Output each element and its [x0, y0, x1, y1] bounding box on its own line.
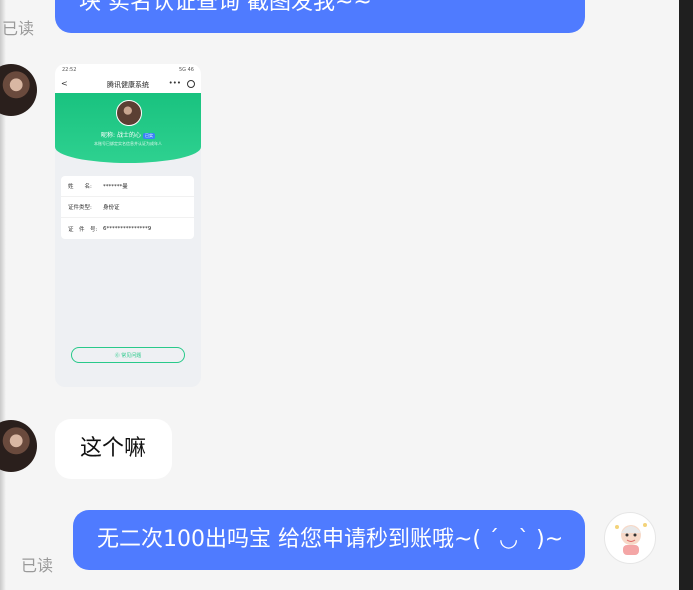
incoming-message[interactable]: 这个嘛 — [55, 419, 172, 479]
read-receipt: 已读 — [2, 19, 35, 38]
verified-tag: 已实 — [142, 133, 155, 139]
read-receipt: 已读 — [21, 556, 54, 575]
window-edge — [679, 0, 693, 590]
field-value: 身份证 — [103, 205, 120, 211]
back-icon: < — [61, 79, 68, 88]
contact-avatar[interactable] — [0, 64, 37, 116]
target-icon — [187, 80, 195, 88]
screenshot-image-message[interactable]: 22:52 5G 46 < 腾讯健康系统 ••• 昵称: 战士的心 已实 本账号已… — [55, 64, 201, 387]
field-label: 姓 名: — [68, 184, 92, 190]
nickname: 昵称: 战士的心 — [101, 132, 141, 139]
faq-button: ⓪ 常见问题 — [71, 347, 185, 363]
verification-note: 本账号已绑定实名信息并认证为成年人 — [94, 141, 162, 146]
status-icons: 5G 46 — [178, 67, 194, 73]
character-icon — [615, 523, 647, 555]
field-label: 证 件 号: — [68, 226, 98, 233]
outgoing-message[interactable]: 无二次100出吗宝 给您申请秒到账哦~( ´◡` )~ — [73, 510, 585, 570]
outgoing-message[interactable]: 块 实名认证查询 截图发我~~ — [55, 0, 585, 33]
identity-row: 证件类型: 身份证 — [61, 197, 194, 218]
identity-card: 姓 名: *******曼 证件类型: 身份证 证 件 号: 6********… — [61, 176, 194, 239]
contact-avatar[interactable] — [0, 420, 37, 472]
field-value: *******曼 — [103, 184, 128, 190]
profile-avatar — [116, 100, 142, 126]
phone-status-bar: 22:52 5G 46 — [55, 64, 201, 76]
user-avatar[interactable] — [604, 512, 656, 564]
field-label: 证件类型: — [68, 205, 92, 211]
status-time: 22:52 — [62, 67, 77, 73]
more-icon: ••• — [168, 79, 181, 87]
field-value: 6***************9 — [103, 225, 152, 232]
identity-row: 姓 名: *******曼 — [61, 176, 194, 197]
phone-title: 腾讯健康系统 — [107, 80, 149, 89]
identity-row: 证 件 号: 6***************9 — [61, 218, 194, 239]
phone-nav-bar: < 腾讯健康系统 ••• — [55, 76, 201, 93]
profile-hero: 昵称: 战士的心 已实 本账号已绑定实名信息并认证为成年人 — [55, 93, 201, 163]
chat-panel: 块 实名认证查询 截图发我~~ 已读 22:52 5G 46 < 腾讯健康系统 … — [0, 0, 679, 590]
